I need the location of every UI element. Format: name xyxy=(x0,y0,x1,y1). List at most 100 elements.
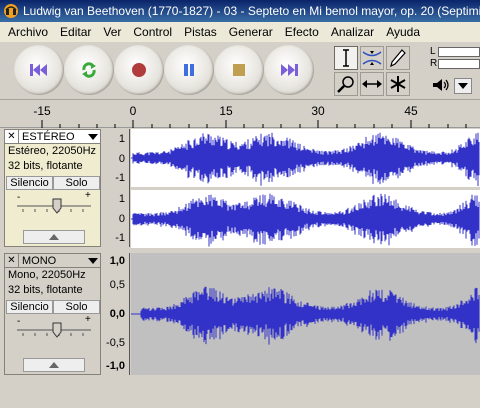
track-format-info: Mono, 22050Hz xyxy=(8,269,86,281)
track-header: ✕ ESTÉREO xyxy=(5,130,100,144)
menu-editar[interactable]: Editar xyxy=(54,25,97,39)
pause-button[interactable] xyxy=(164,45,214,95)
skip-end-icon xyxy=(281,64,298,76)
menu-ayuda[interactable]: Ayuda xyxy=(380,25,426,39)
chevron-down-icon xyxy=(458,83,468,89)
stereo-left-waveform[interactable] xyxy=(131,129,480,187)
close-track-button[interactable]: ✕ xyxy=(5,130,19,143)
envelope-tool[interactable] xyxy=(360,46,384,70)
stop-icon xyxy=(233,64,245,76)
collapse-track-button[interactable] xyxy=(23,358,85,372)
mono-track: ✕ MONO Mono, 22050Hz 32 bits, flotante S… xyxy=(0,253,480,375)
waveform-path xyxy=(132,193,480,247)
track-menu-arrow[interactable] xyxy=(86,130,100,143)
scale-label: 0 xyxy=(118,153,125,165)
multi-tool[interactable] xyxy=(386,72,410,96)
track-buttons: Silencio Solo xyxy=(6,176,100,190)
meter-right-label: R xyxy=(430,58,438,69)
ruler-tick-label: -15 xyxy=(33,104,51,118)
record-icon xyxy=(132,63,146,77)
waveform-left-channel xyxy=(131,132,480,186)
timeshift-tool-icon xyxy=(362,80,382,88)
ruler-tick-label: 0 xyxy=(129,104,137,118)
ruler-tick-label: 45 xyxy=(404,104,418,118)
selection-tool-icon xyxy=(343,49,349,67)
solo-button[interactable]: Solo xyxy=(53,300,100,314)
chevron-up-icon xyxy=(49,362,59,368)
track-header: ✕ MONO xyxy=(5,254,100,268)
stop-button[interactable] xyxy=(214,45,264,95)
tools-toolbar xyxy=(332,44,426,98)
ruler-tick-label: 30 xyxy=(311,104,325,118)
zoom-tool[interactable] xyxy=(334,72,358,96)
track-format-info: Estéreo, 22050Hz xyxy=(8,145,97,157)
scale-label: -1,0 xyxy=(106,360,125,372)
waveform-path xyxy=(140,286,480,345)
mono-waveform[interactable] xyxy=(131,253,480,375)
envelope-tool-icon xyxy=(362,51,382,65)
meter-options-dropdown[interactable] xyxy=(454,78,472,94)
mute-button[interactable]: Silencio xyxy=(6,176,53,190)
track-bitdepth-info: 32 bits, flotante xyxy=(8,160,83,172)
transport-controls xyxy=(14,45,314,95)
slider-thumb xyxy=(52,322,62,338)
skip-to-end-button[interactable] xyxy=(264,45,314,95)
chevron-up-icon xyxy=(49,234,59,240)
level-meters: L R xyxy=(428,44,480,98)
mute-button[interactable]: Silencio xyxy=(6,300,53,314)
scale-label: -0,5 xyxy=(106,337,125,349)
audacity-logo-icon xyxy=(4,4,18,18)
chevron-down-icon xyxy=(88,257,98,264)
scale-label: 0,0 xyxy=(109,308,125,320)
solo-button[interactable]: Solo xyxy=(53,176,100,190)
skip-to-start-button[interactable] xyxy=(14,45,64,95)
waveform-right-channel xyxy=(131,193,480,247)
menu-archivo[interactable]: Archivo xyxy=(2,25,54,39)
menu-generar[interactable]: Generar xyxy=(223,25,279,39)
track-menu-arrow[interactable] xyxy=(86,254,100,267)
timeline-ruler[interactable]: -15 0 15 30 45 xyxy=(0,100,480,128)
track-bitdepth-info: 32 bits, flotante xyxy=(8,284,83,296)
stereo-right-waveform[interactable] xyxy=(131,190,480,248)
record-button[interactable] xyxy=(114,45,164,95)
draw-tool-icon xyxy=(390,49,406,67)
meter-left-label: L xyxy=(430,46,436,57)
speaker-icon[interactable] xyxy=(432,78,450,92)
mono-amplitude-ruler: 1,0 0,5 0,0 -0,5 -1,0 xyxy=(103,253,130,375)
gain-slider-track xyxy=(17,198,91,214)
gain-slider[interactable]: - + xyxy=(5,190,100,218)
meter-left-bar[interactable] xyxy=(438,47,480,57)
pause-icon xyxy=(184,64,194,76)
gain-slider-track xyxy=(17,322,91,338)
scale-label: 1 xyxy=(118,193,125,205)
collapse-track-button[interactable] xyxy=(23,230,85,244)
stereo-track-control-panel: ✕ ESTÉREO Estéreo, 22050Hz 32 bits, flot… xyxy=(4,129,101,247)
menu-bar: Archivo Editar Ver Control Pistas Genera… xyxy=(0,22,480,42)
waveform-path xyxy=(132,132,480,186)
window-title: Ludwig van Beethoven (1770-1827) - 03 - … xyxy=(23,4,480,18)
track-name-menu[interactable]: MONO xyxy=(19,255,86,267)
gain-slider[interactable]: - + xyxy=(5,314,100,342)
meter-right-bar[interactable] xyxy=(438,59,480,69)
track-name-menu[interactable]: ESTÉREO xyxy=(19,131,86,143)
menu-ver[interactable]: Ver xyxy=(97,25,127,39)
mono-track-control-panel: ✕ MONO Mono, 22050Hz 32 bits, flotante S… xyxy=(4,253,101,375)
menu-efecto[interactable]: Efecto xyxy=(279,25,325,39)
scale-label: 1,0 xyxy=(109,255,125,267)
draw-tool[interactable] xyxy=(386,46,410,70)
toolbar: L R xyxy=(0,42,480,100)
skip-start-icon xyxy=(30,64,47,76)
loop-play-button[interactable] xyxy=(64,45,114,95)
timeshift-tool[interactable] xyxy=(360,72,384,96)
scale-label: 0 xyxy=(118,213,125,225)
menu-control[interactable]: Control xyxy=(127,25,178,39)
waveform-mono-channel xyxy=(131,286,480,345)
menu-analizar[interactable]: Analizar xyxy=(325,25,380,39)
title-bar: Ludwig van Beethoven (1770-1827) - 03 - … xyxy=(0,0,480,22)
multi-tool-icon xyxy=(390,76,406,92)
ruler-tick-label: 15 xyxy=(219,104,233,118)
close-track-button[interactable]: ✕ xyxy=(5,254,19,267)
selection-tool[interactable] xyxy=(334,46,358,70)
track-buttons: Silencio Solo xyxy=(6,300,100,314)
menu-pistas[interactable]: Pistas xyxy=(178,25,223,39)
